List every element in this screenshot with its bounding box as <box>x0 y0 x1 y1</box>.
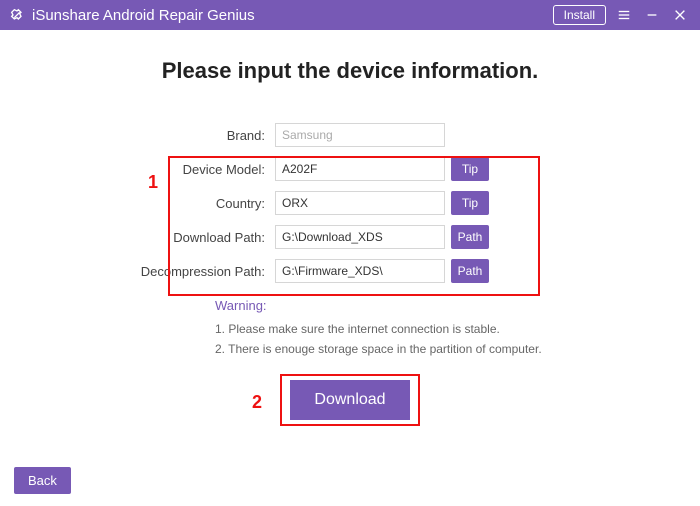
warning-block: Warning: 1. Please make sure the interne… <box>135 298 565 360</box>
input-decompression-path[interactable] <box>275 259 445 283</box>
window-controls <box>616 7 694 23</box>
label-brand: Brand: <box>135 128 275 143</box>
content-area: Please input the device information. Bra… <box>0 30 700 420</box>
install-button[interactable]: Install <box>553 5 606 25</box>
app-icon <box>8 6 26 24</box>
minimize-icon[interactable] <box>644 7 660 23</box>
row-decompression-path: Decompression Path: Path <box>135 256 565 286</box>
row-model: Device Model: Tip <box>135 154 565 184</box>
label-country: Country: <box>135 196 275 211</box>
row-country: Country: Tip <box>135 188 565 218</box>
menu-icon[interactable] <box>616 7 632 23</box>
back-button[interactable]: Back <box>14 467 71 494</box>
tip-button-model[interactable]: Tip <box>451 157 489 181</box>
input-model[interactable] <box>275 157 445 181</box>
label-download-path: Download Path: <box>135 230 275 245</box>
close-icon[interactable] <box>672 7 688 23</box>
row-brand: Brand: <box>135 120 565 150</box>
label-decompression-path: Decompression Path: <box>135 264 275 279</box>
input-country[interactable] <box>275 191 445 215</box>
warning-line-1: 1. Please make sure the internet connect… <box>215 319 565 339</box>
download-button[interactable]: Download <box>290 380 410 420</box>
page-title: Please input the device information. <box>0 58 700 84</box>
path-button-download[interactable]: Path <box>451 225 489 249</box>
tip-button-country[interactable]: Tip <box>451 191 489 215</box>
annotation-callout-2: 2 <box>252 392 262 413</box>
warning-title: Warning: <box>215 298 565 313</box>
warning-line-2: 2. There is enouge storage space in the … <box>215 339 565 359</box>
input-brand[interactable] <box>275 123 445 147</box>
annotation-callout-1: 1 <box>148 172 158 193</box>
row-download-path: Download Path: Path <box>135 222 565 252</box>
titlebar: iSunshare Android Repair Genius Install <box>0 0 700 30</box>
app-title: iSunshare Android Repair Genius <box>32 7 255 24</box>
path-button-decompression[interactable]: Path <box>451 259 489 283</box>
download-area: Download <box>280 380 420 420</box>
device-form: Brand: Device Model: Tip Country: Tip Do… <box>135 120 565 286</box>
input-download-path[interactable] <box>275 225 445 249</box>
